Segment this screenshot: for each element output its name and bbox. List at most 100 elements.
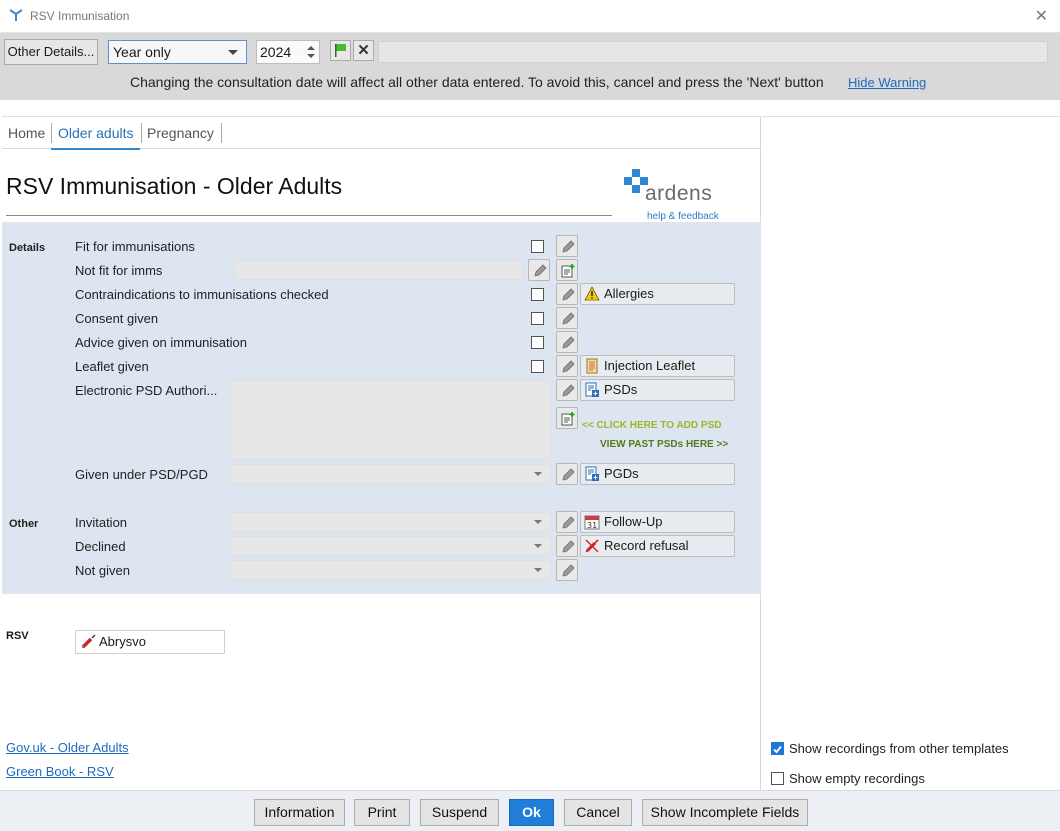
pencil-icon xyxy=(562,312,575,325)
year-spinner[interactable]: 2024 xyxy=(256,40,320,64)
add-document-icon xyxy=(561,412,575,426)
other-details-button[interactable]: Other Details... xyxy=(4,39,98,65)
show-other-templates-label: Show recordings from other templates xyxy=(789,741,1009,756)
edit-button-consent[interactable] xyxy=(556,307,578,329)
abrysvo-button[interactable]: Abrysvo xyxy=(75,630,225,654)
tab-home[interactable]: Home xyxy=(8,125,45,141)
edit-button-fit[interactable] xyxy=(556,235,578,257)
edit-button-electronic-psd[interactable] xyxy=(556,379,578,401)
edit-button-given-under[interactable] xyxy=(556,463,578,485)
flag-button[interactable] xyxy=(330,40,351,61)
clear-date-button[interactable]: ✕ xyxy=(353,40,374,61)
title-divider xyxy=(6,215,612,216)
edit-button-advice[interactable] xyxy=(556,331,578,353)
record-refusal-label: Record refusal xyxy=(604,538,689,553)
row-label-not-fit: Not fit for imms xyxy=(75,263,163,278)
ok-button[interactable]: Ok xyxy=(509,799,554,826)
other-section-label: Other xyxy=(9,518,39,530)
pgds-button[interactable]: PGDs xyxy=(580,463,735,485)
row-label-consent: Consent given xyxy=(75,311,159,326)
checkbox-show-empty[interactable] xyxy=(771,772,784,785)
spin-up-icon[interactable] xyxy=(307,46,315,50)
not-fit-field[interactable] xyxy=(234,260,523,280)
view-past-psds-link[interactable]: VIEW PAST PSDs HERE >> xyxy=(600,439,728,450)
information-button[interactable]: Information xyxy=(254,799,345,826)
page-title: RSV Immunisation - Older Adults xyxy=(6,173,343,199)
edit-button-not-given[interactable] xyxy=(556,559,578,581)
chevron-down-icon xyxy=(228,50,238,55)
row-label-fit: Fit for immunisations xyxy=(75,239,195,254)
app-logo-icon xyxy=(9,9,23,21)
edit-button-leaflet[interactable] xyxy=(556,355,578,377)
spin-down-icon[interactable] xyxy=(307,54,315,58)
template-pane: Home Older adults Pregnancy RSV Immunisa… xyxy=(2,116,761,790)
row-label-not-given: Not given xyxy=(75,563,130,578)
date-period-value: Year only xyxy=(113,44,171,60)
pencil-icon xyxy=(534,264,547,277)
checkbox-advice[interactable] xyxy=(531,336,544,349)
checkbox-leaflet[interactable] xyxy=(531,360,544,373)
add-psd-link[interactable]: << CLICK HERE TO ADD PSD xyxy=(582,420,721,431)
add-note-button-not-fit[interactable] xyxy=(556,259,578,281)
pencil-icon xyxy=(562,516,575,529)
tab-divider xyxy=(141,123,142,143)
add-psd-button[interactable] xyxy=(556,407,578,429)
help-feedback-link[interactable]: help & feedback xyxy=(647,211,719,222)
allergies-label: Allergies xyxy=(604,286,654,301)
record-refusal-button[interactable]: Record refusal xyxy=(580,535,735,557)
show-incomplete-fields-button[interactable]: Show Incomplete Fields xyxy=(642,799,808,826)
details-section-label: Details xyxy=(9,242,46,254)
cancel-button[interactable]: Cancel xyxy=(564,799,632,826)
injection-leaflet-button[interactable]: Injection Leaflet xyxy=(580,355,735,377)
pgds-label: PGDs xyxy=(604,466,639,481)
rsv-section-label: RSV xyxy=(6,630,29,642)
not-given-dropdown[interactable] xyxy=(231,560,551,580)
checkmark-icon xyxy=(773,745,782,754)
pencil-icon xyxy=(562,240,575,253)
edit-button-invitation[interactable] xyxy=(556,511,578,533)
flag-icon xyxy=(335,44,346,57)
checkbox-consent[interactable] xyxy=(531,312,544,325)
given-under-dropdown[interactable] xyxy=(231,464,551,484)
green-book-rsv-link[interactable]: Green Book - RSV xyxy=(6,764,114,779)
psds-button[interactable]: PSDs xyxy=(580,379,735,401)
invitation-dropdown[interactable] xyxy=(231,512,551,532)
svg-text:31: 31 xyxy=(587,521,597,530)
clear-icon: ✕ xyxy=(357,42,370,59)
calendar-icon: 31 xyxy=(584,515,600,530)
tab-older-adults[interactable]: Older adults xyxy=(58,125,133,141)
electronic-psd-field[interactable] xyxy=(231,380,551,460)
warning-icon xyxy=(584,286,600,301)
row-label-declined: Declined xyxy=(75,539,126,554)
main-content: Home Older adults Pregnancy RSV Immunisa… xyxy=(2,100,1060,790)
chevron-down-icon xyxy=(534,472,542,476)
govuk-older-adults-link[interactable]: Gov.uk - Older Adults xyxy=(6,740,129,755)
psds-label: PSDs xyxy=(604,382,638,397)
footer-bar: Information Print Suspend Ok Cancel Show… xyxy=(0,790,1060,831)
tab-bar: Home Older adults Pregnancy xyxy=(2,116,761,150)
allergies-button[interactable]: Allergies xyxy=(580,283,735,305)
options-pane: Show recordings from other templates Sho… xyxy=(762,116,1060,790)
chevron-down-icon xyxy=(534,568,542,572)
edit-button-declined[interactable] xyxy=(556,535,578,557)
leaflet-icon xyxy=(586,358,598,374)
title-bar: RSV Immunisation ✕ xyxy=(0,0,1060,33)
print-button[interactable]: Print xyxy=(354,799,410,826)
declined-dropdown[interactable] xyxy=(231,536,551,556)
edit-button-contraindications[interactable] xyxy=(556,283,578,305)
window-title: RSV Immunisation xyxy=(30,9,130,23)
follow-up-button[interactable]: 31 Follow-Up xyxy=(580,511,735,533)
toolbar-text-field[interactable] xyxy=(378,41,1048,63)
edit-button-not-fit[interactable] xyxy=(528,259,550,281)
suspend-button[interactable]: Suspend xyxy=(420,799,499,826)
checkbox-fit[interactable] xyxy=(531,240,544,253)
hide-warning-link[interactable]: Hide Warning xyxy=(848,75,926,90)
chevron-down-icon xyxy=(534,544,542,548)
close-icon[interactable]: ✕ xyxy=(1035,6,1048,26)
checkbox-show-other-templates[interactable] xyxy=(771,742,784,755)
pencil-icon xyxy=(562,540,575,553)
checkbox-contraindications[interactable] xyxy=(531,288,544,301)
date-period-select[interactable]: Year only xyxy=(108,40,247,64)
psd-document-icon xyxy=(585,382,599,397)
tab-pregnancy[interactable]: Pregnancy xyxy=(147,125,214,141)
